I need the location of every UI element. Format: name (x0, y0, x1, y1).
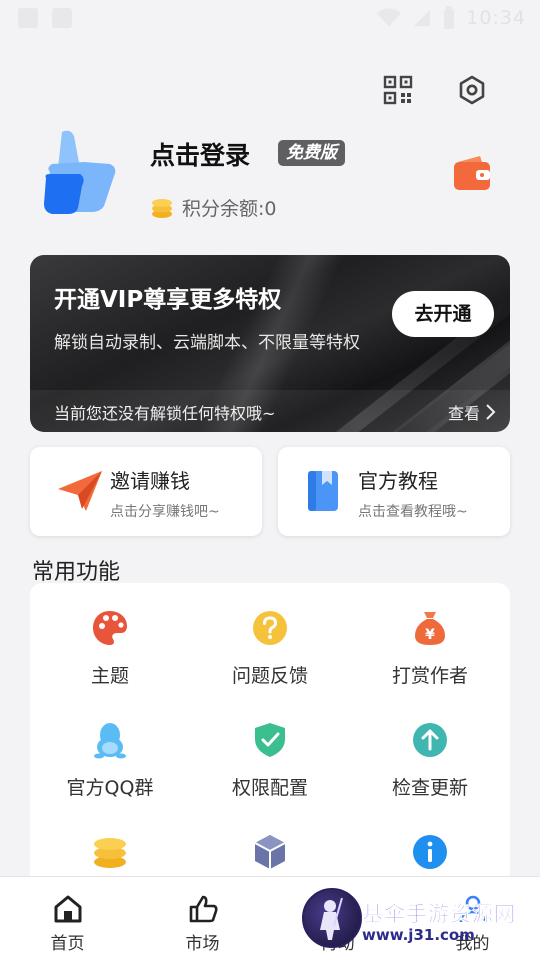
clock: 10:34 (466, 7, 526, 29)
free-version-badge: 免费版 (278, 140, 345, 166)
card-title: 官方教程 (358, 469, 438, 493)
card-title: 邀请赚钱 (110, 469, 190, 493)
qq-penguin-icon (91, 721, 129, 759)
wallet-icon[interactable] (452, 156, 492, 196)
svg-text:¥: ¥ (425, 627, 435, 643)
vip-footer: 当前您还没有解锁任何特权哦~ 查看 (30, 390, 510, 432)
coins-icon (152, 198, 172, 218)
points-balance: 积分余额:0 (150, 194, 277, 221)
view-privileges-link[interactable]: 查看 (448, 400, 496, 424)
nav-home[interactable]: 首页 (0, 877, 135, 960)
vip-title: 开通VIP尊享更多特权 (54, 287, 282, 313)
activate-vip-button[interactable]: 去开通 (392, 291, 494, 337)
settings-icon[interactable] (454, 72, 490, 108)
feedback-item[interactable]: 问题反馈 (190, 583, 350, 693)
section-title: 常用功能 (32, 560, 121, 585)
permissions-item[interactable]: 权限配置 (190, 695, 350, 805)
nav-label: 市场 (185, 934, 220, 954)
login-link[interactable]: 点击登录 (150, 136, 250, 172)
home-icon (52, 893, 84, 925)
invite-earn-card[interactable]: 邀请赚钱 点击分享赚钱吧~ (30, 447, 262, 536)
qq-group-item[interactable]: 官方QQ群 (30, 695, 190, 805)
arrow-up-icon (411, 721, 449, 759)
watermark-url: www.j31.com (362, 926, 475, 944)
wifi-icon (377, 8, 402, 27)
tutorial-card[interactable]: 官方教程 点击查看教程哦~ (278, 447, 510, 536)
nav-market[interactable]: 市场 (135, 877, 270, 960)
coins-icon (91, 833, 129, 871)
info-icon (411, 833, 449, 871)
card-subtitle: 点击分享赚钱吧~ (110, 504, 220, 520)
function-label: 打赏作者 (391, 665, 468, 687)
cube-icon (251, 833, 289, 871)
vip-banner[interactable]: 开通VIP尊享更多特权 解锁自动录制、云端脚本、不限量等特权 去开通 当前您还没… (30, 255, 510, 432)
question-icon (251, 609, 289, 647)
check-update-item[interactable]: 检查更新 (350, 695, 510, 805)
app-logo (40, 128, 120, 220)
function-label: 问题反馈 (231, 665, 308, 687)
palette-icon (91, 609, 129, 647)
watermark-title: 基伞手游资源网 (362, 902, 516, 927)
function-label: 官方QQ群 (66, 777, 154, 799)
theme-item[interactable]: 主题 (30, 583, 190, 693)
paper-plane-icon (56, 469, 104, 517)
vip-subtitle: 解锁自动录制、云端脚本、不限量等特权 (54, 333, 360, 353)
functions-panel: 主题 问题反馈 ¥ 打赏作者 官方QQ群 权限配置 检查更新 (30, 583, 510, 903)
function-label: 权限配置 (231, 777, 308, 799)
battery-icon (444, 6, 455, 29)
vip-status-text: 当前您还没有解锁任何特权哦~ (54, 404, 276, 423)
function-label: 主题 (90, 665, 129, 687)
status-bar: 10:34 (0, 0, 540, 36)
function-label: 检查更新 (391, 777, 468, 799)
book-icon (304, 469, 344, 517)
notification-icon (18, 8, 38, 28)
tip-author-item[interactable]: ¥ 打赏作者 (350, 583, 510, 693)
thumbs-up-icon (187, 893, 219, 925)
shield-check-icon (251, 721, 289, 759)
chevron-right-icon (486, 404, 496, 420)
money-bag-icon: ¥ (411, 609, 449, 647)
watermark-logo (302, 888, 362, 948)
signal-icon (414, 10, 431, 26)
watermark: 基伞手游资源网 www.j31.com (300, 886, 540, 952)
points-label: 积分余额:0 (182, 198, 277, 220)
qr-code-icon[interactable] (380, 72, 416, 108)
card-subtitle: 点击查看教程哦~ (358, 504, 468, 520)
nav-label: 首页 (50, 934, 85, 954)
app-screen: 10:34 点击登录 免费版 积分余额:0 开通VIP尊享更多特权 解锁自动录制… (0, 0, 540, 960)
image-notification-icon (52, 8, 72, 28)
